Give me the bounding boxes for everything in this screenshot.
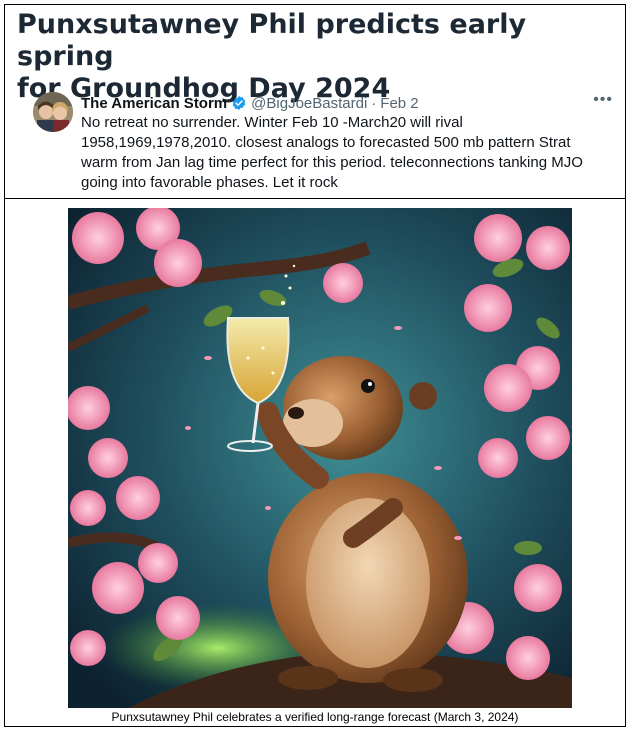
more-options-icon[interactable]: ••• bbox=[593, 91, 613, 109]
headline-line-1: Punxsutawney Phil predicts early spring bbox=[17, 9, 527, 72]
tweet-handle[interactable]: @BigJoeBastardi bbox=[251, 95, 367, 112]
separator-dot: · bbox=[371, 94, 377, 112]
avatar[interactable] bbox=[33, 92, 73, 132]
embedded-tweet[interactable]: The American Storm @BigJoeBastardi · Feb… bbox=[15, 83, 615, 193]
verified-badge-icon bbox=[231, 95, 247, 111]
tweet-header: The American Storm @BigJoeBastardi · Feb… bbox=[81, 93, 419, 113]
article-frame: Punxsutawney Phil predicts early spring … bbox=[4, 4, 626, 727]
tweet-text: No retreat no surrender. Winter Feb 10 -… bbox=[81, 114, 583, 191]
header-section: Punxsutawney Phil predicts early spring … bbox=[5, 5, 625, 199]
tweet-author-name[interactable]: The American Storm bbox=[81, 95, 227, 112]
groundhog-illustration bbox=[68, 208, 572, 708]
image-caption: Punxsutawney Phil celebrates a verified … bbox=[111, 710, 519, 724]
tweet-date[interactable]: Feb 2 bbox=[380, 95, 418, 112]
